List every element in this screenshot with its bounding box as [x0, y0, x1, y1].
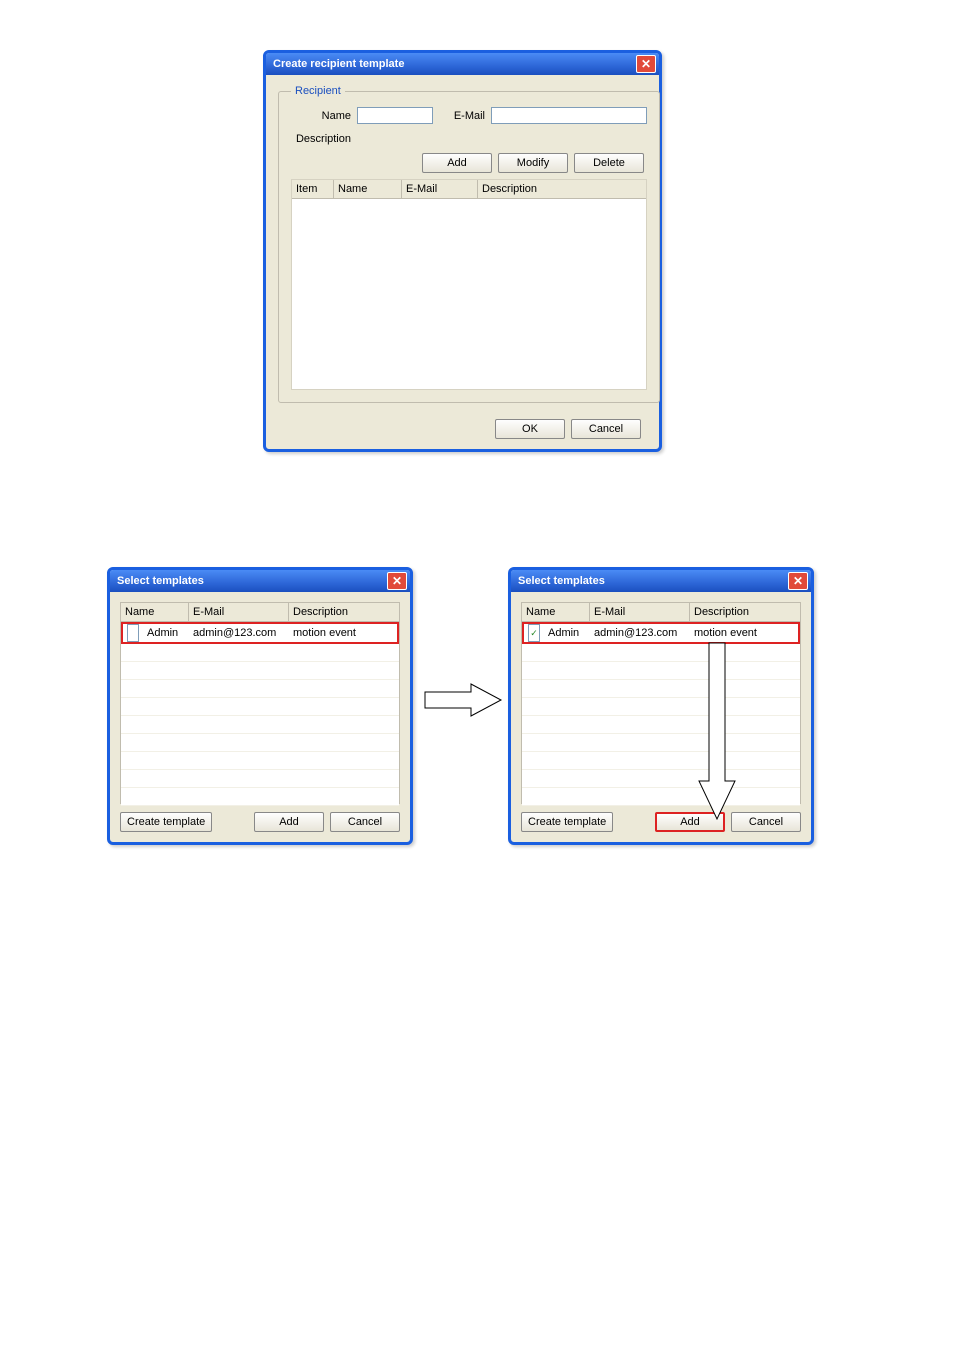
list-header: Item Name E-Mail Description [292, 180, 646, 199]
close-icon[interactable]: ✕ [387, 572, 407, 590]
description-label: Description [291, 133, 357, 145]
email-input[interactable] [491, 107, 647, 124]
titlebar[interactable]: Create recipient template ✕ [266, 53, 659, 75]
titlebar[interactable]: Select templates ✕ [511, 570, 811, 592]
col-email[interactable]: E-Mail [590, 603, 690, 621]
template-list[interactable]: Name E-Mail Description Admin admin@123.… [120, 602, 400, 804]
template-list[interactable]: Name E-Mail Description ✓ Admin admin@12… [521, 602, 801, 804]
arrow-down-icon [697, 641, 737, 821]
col-description[interactable]: Description [289, 603, 399, 621]
table-row[interactable]: Admin admin@123.com motion event [121, 622, 399, 644]
dialog-title: Create recipient template [273, 58, 404, 70]
row-email: admin@123.com [189, 624, 289, 642]
email-label: E-Mail [433, 110, 491, 122]
list-body [292, 199, 646, 389]
col-email[interactable]: E-Mail [402, 180, 478, 198]
row-checkbox[interactable]: ✓ [528, 624, 540, 642]
close-icon[interactable]: ✕ [788, 572, 808, 590]
close-icon[interactable]: ✕ [636, 55, 656, 73]
recipient-group: Recipient Name E-Mail Description Add Mo… [278, 85, 660, 403]
col-name[interactable]: Name [121, 603, 189, 621]
cancel-button[interactable]: Cancel [731, 812, 801, 832]
name-label: Name [291, 110, 357, 122]
create-template-button[interactable]: Create template [120, 812, 212, 832]
delete-button[interactable]: Delete [574, 153, 644, 173]
add-button[interactable]: Add [254, 812, 324, 832]
row-name: Admin [143, 624, 182, 642]
recipient-list[interactable]: Item Name E-Mail Description [291, 179, 647, 390]
create-template-button[interactable]: Create template [521, 812, 613, 832]
name-input[interactable] [357, 107, 433, 124]
select-templates-dialog-right: Select templates ✕ Name E-Mail Descripti… [508, 567, 814, 845]
row-checkbox[interactable] [127, 624, 139, 642]
select-templates-dialog-left: Select templates ✕ Name E-Mail Descripti… [107, 567, 413, 845]
list-header: Name E-Mail Description [522, 603, 800, 622]
cancel-button[interactable]: Cancel [571, 419, 641, 439]
titlebar[interactable]: Select templates ✕ [110, 570, 410, 592]
dialog-title: Select templates [117, 575, 204, 587]
group-legend: Recipient [291, 85, 345, 97]
row-name: Admin [544, 624, 583, 642]
empty-rows [121, 644, 399, 806]
col-email[interactable]: E-Mail [189, 603, 289, 621]
col-description[interactable]: Description [478, 180, 646, 198]
col-item[interactable]: Item [292, 180, 334, 198]
table-row[interactable]: ✓ Admin admin@123.com motion event [522, 622, 800, 644]
col-name[interactable]: Name [522, 603, 590, 621]
col-description[interactable]: Description [690, 603, 800, 621]
modify-button[interactable]: Modify [498, 153, 568, 173]
add-button[interactable]: Add [422, 153, 492, 173]
row-description: motion event [289, 624, 397, 642]
create-recipient-template-dialog: Create recipient template ✕ Recipient Na… [263, 50, 662, 452]
ok-button[interactable]: OK [495, 419, 565, 439]
cancel-button[interactable]: Cancel [330, 812, 400, 832]
arrow-right-icon [423, 680, 503, 720]
row-email: admin@123.com [590, 624, 690, 642]
row-description: motion event [690, 624, 798, 642]
dialog-title: Select templates [518, 575, 605, 587]
col-name[interactable]: Name [334, 180, 402, 198]
list-header: Name E-Mail Description [121, 603, 399, 622]
empty-rows [522, 644, 800, 806]
